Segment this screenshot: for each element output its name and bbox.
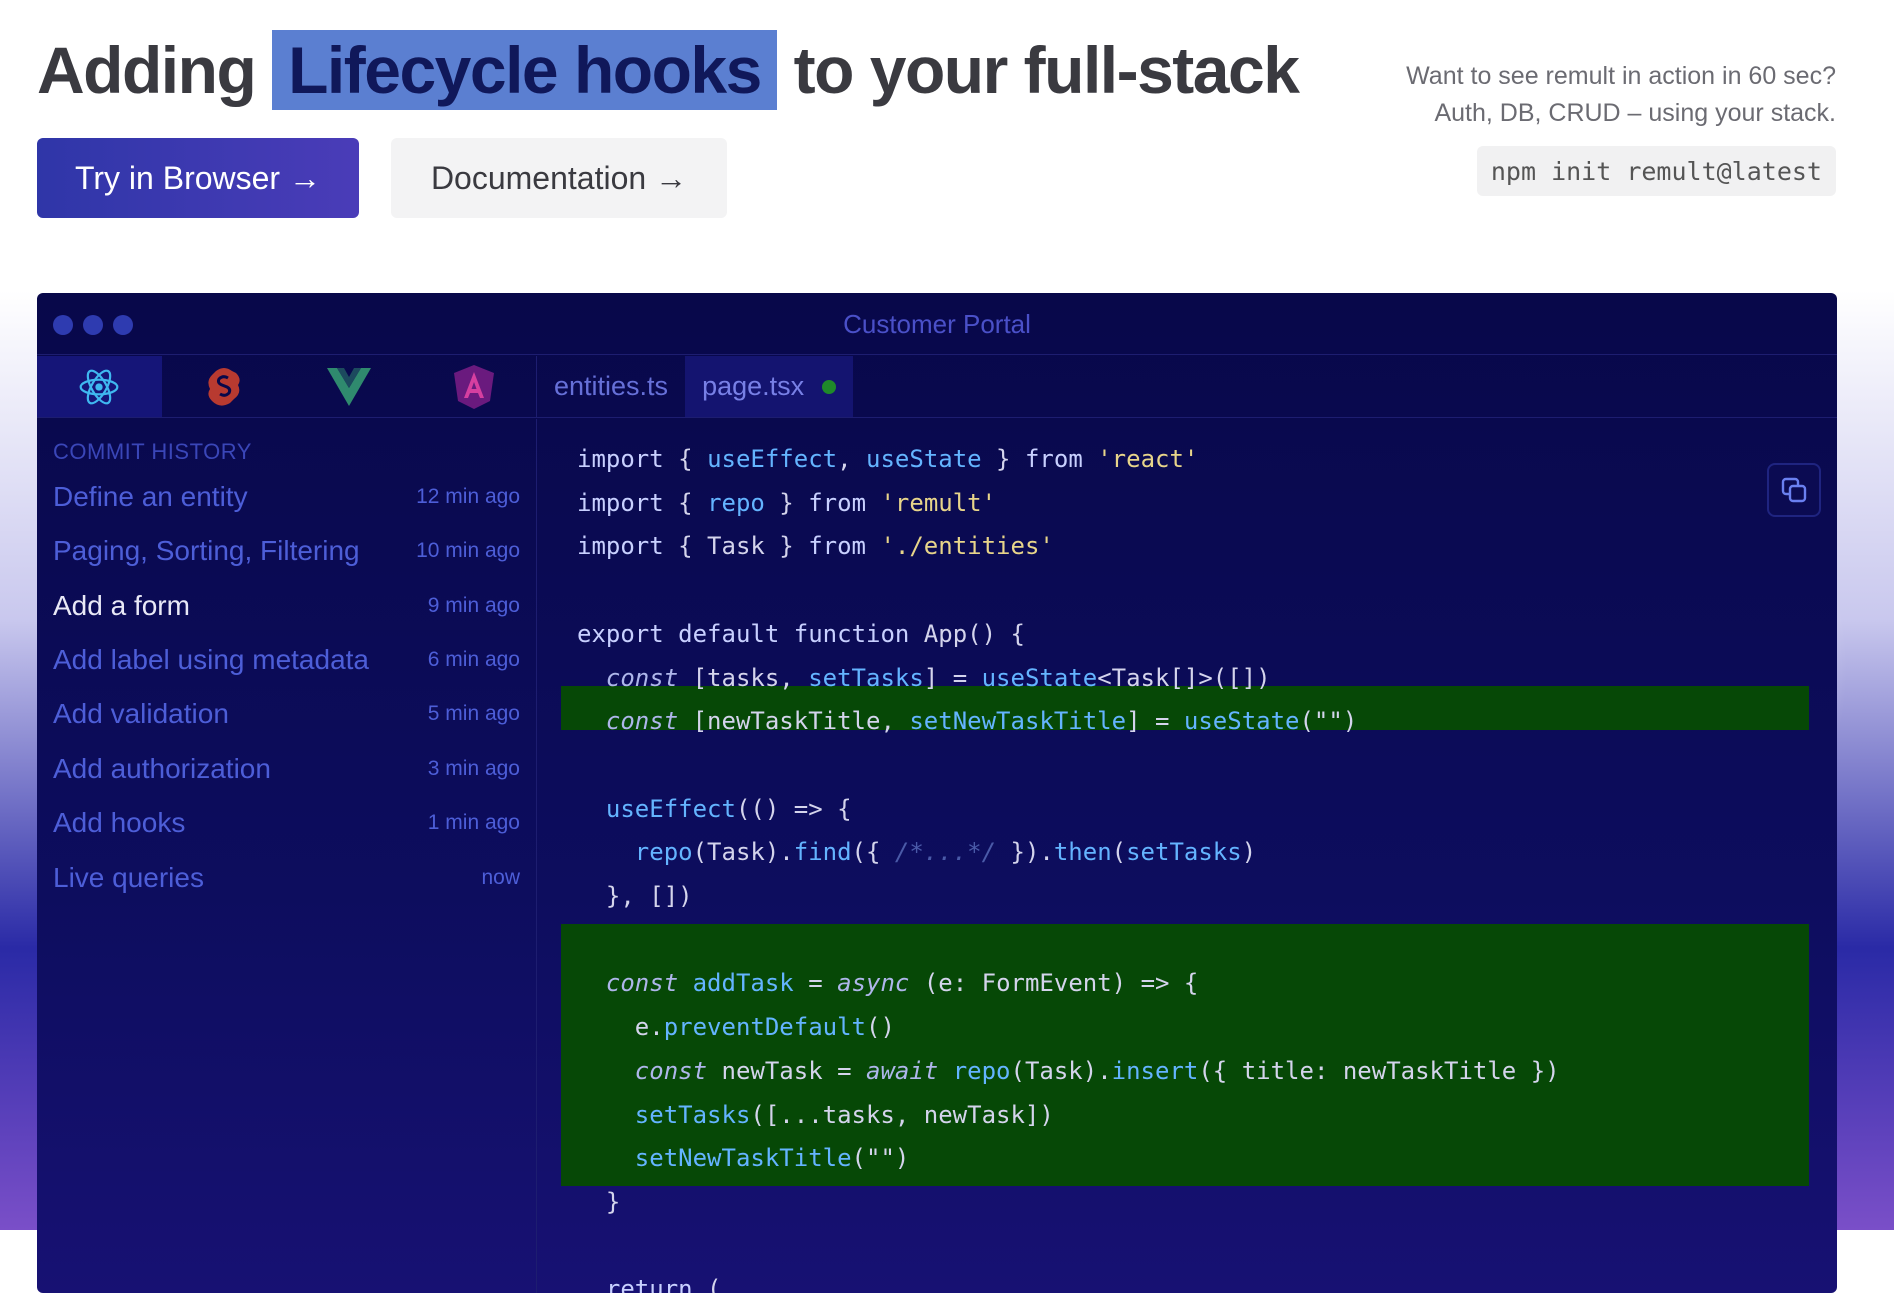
commit-item-current[interactable]: Add a form 9 min ago	[53, 586, 520, 626]
npm-command[interactable]: npm init remult@latest	[1476, 146, 1836, 196]
framework-tabs	[37, 356, 537, 418]
commit-name: Live queries	[53, 862, 204, 893]
commit-history-panel: COMMIT HISTORY Define an entity 12 min ag…	[37, 419, 537, 1293]
commit-name: Add validation	[53, 698, 229, 729]
copy-button[interactable]	[1767, 463, 1821, 517]
commit-time: 9 min ago	[427, 594, 520, 617]
commit-item[interactable]: Add hooks 1 min ago	[53, 803, 520, 843]
commit-time: 5 min ago	[427, 702, 520, 725]
commit-name: Add hooks	[53, 807, 186, 838]
vue-icon	[326, 367, 371, 406]
try-in-browser-label: Try in Browser →	[75, 159, 321, 196]
file-tab-label: page.tsx	[702, 371, 805, 401]
commit-time: 3 min ago	[427, 757, 520, 780]
framework-tab-angular[interactable]	[411, 356, 536, 417]
commit-item[interactable]: Paging, Sorting, Filtering 10 min ago	[53, 531, 520, 571]
code-window: Customer Portal entities.ts page.tsx COM…	[37, 293, 1837, 1293]
commit-item[interactable]: Add authorization 3 min ago	[53, 749, 520, 789]
try-in-browser-button[interactable]: Try in Browser →	[37, 138, 359, 218]
modified-dot-icon	[822, 379, 837, 394]
commit-history-header: COMMIT HISTORY	[53, 439, 252, 464]
framework-tab-vue[interactable]	[287, 356, 412, 417]
file-tab-entities[interactable]: entities.ts	[537, 356, 685, 417]
commit-time: now	[481, 866, 520, 889]
commit-time: 10 min ago	[416, 539, 520, 562]
promo-line-1: Want to see remult in action in 60 sec?	[1406, 62, 1836, 90]
file-tab-page[interactable]: page.tsx	[685, 356, 854, 417]
svelte-icon	[208, 367, 240, 406]
documentation-label: Documentation →	[430, 159, 688, 196]
documentation-button[interactable]: Documentation →	[391, 138, 727, 218]
hero-title-highlight: Lifecycle hooks	[272, 30, 777, 110]
copy-icon	[1781, 477, 1807, 503]
commit-time: 1 min ago	[427, 811, 520, 834]
framework-tab-react[interactable]	[37, 356, 162, 417]
window-titlebar: Customer Portal	[37, 293, 1837, 355]
hero-title-post: to your full-stack	[793, 33, 1300, 107]
commit-item[interactable]: Add validation 5 min ago	[53, 694, 520, 734]
code-content: import { useEffect, useState } from 'rea…	[577, 445, 1560, 1293]
file-tabs: entities.ts page.tsx	[537, 356, 1837, 418]
commit-name: Add label using metadata	[53, 644, 369, 675]
window-title: Customer Portal	[843, 309, 1031, 339]
code-editor[interactable]: import { useEffect, useState } from 'rea…	[537, 419, 1837, 1293]
promo-line-2: Auth, DB, CRUD – using your stack.	[1434, 99, 1836, 127]
commit-time: 6 min ago	[427, 648, 520, 671]
commit-item[interactable]: Add label using metadata 6 min ago	[53, 640, 520, 680]
commit-name: Add authorization	[53, 753, 271, 784]
commit-name: Define an entity	[53, 481, 248, 512]
commit-item[interactable]: Live queries now	[53, 858, 520, 898]
file-tab-label: entities.ts	[554, 371, 669, 401]
hero-title: Adding Lifecycle hooks to your full-stac…	[37, 30, 1300, 110]
angular-icon	[453, 364, 494, 409]
framework-tab-svelte[interactable]	[162, 356, 287, 417]
commit-item[interactable]: Define an entity 12 min ago	[53, 477, 520, 517]
react-icon	[79, 369, 119, 404]
commit-time: 12 min ago	[416, 485, 520, 508]
commit-name: Add a form	[53, 590, 190, 621]
promo-text: Want to see remult in action in 60 sec? …	[1406, 58, 1836, 132]
hero-title-pre: Adding	[37, 33, 257, 107]
commit-name: Paging, Sorting, Filtering	[53, 535, 360, 566]
